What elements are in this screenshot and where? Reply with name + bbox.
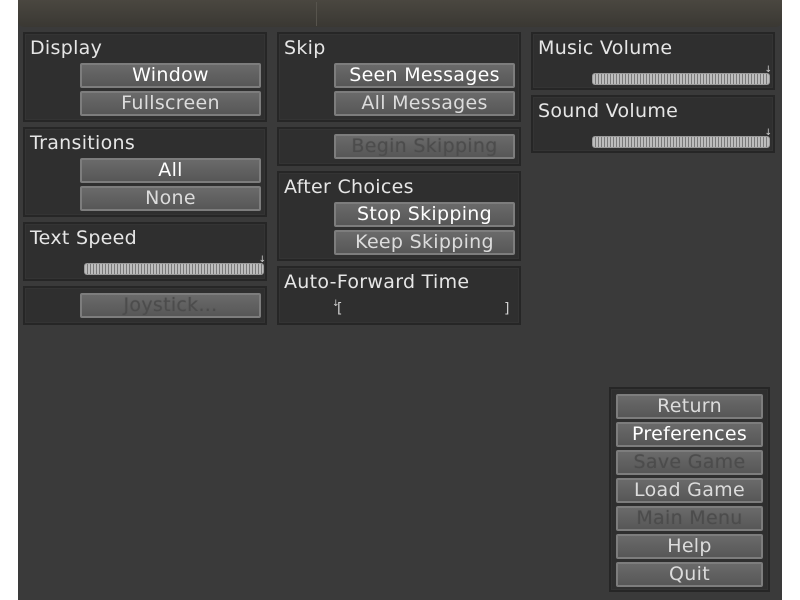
begin-skipping-panel: Begin Skipping bbox=[277, 127, 521, 166]
transitions-label: Transitions bbox=[30, 132, 136, 154]
seen-messages-button[interactable]: Seen Messages bbox=[334, 63, 515, 88]
skip-panel: Skip Seen Messages All Messages bbox=[277, 32, 521, 122]
nav-item-load-game[interactable]: Load Game bbox=[616, 478, 763, 503]
transitions-all-button[interactable]: All bbox=[80, 158, 261, 183]
display-label: Display bbox=[30, 37, 103, 59]
joystick-panel: Joystick... bbox=[23, 286, 267, 325]
joystick-button[interactable]: Joystick... bbox=[80, 293, 261, 318]
title-bar bbox=[18, 0, 782, 27]
music-volume-slider[interactable]: ↓ bbox=[592, 66, 772, 85]
transitions-panel: Transitions All None bbox=[23, 127, 267, 217]
fullscreen-button[interactable]: Fullscreen bbox=[80, 91, 261, 116]
keep-skipping-button[interactable]: Keep Skipping bbox=[334, 230, 515, 255]
nav-item-quit[interactable]: Quit bbox=[616, 562, 763, 587]
slider-right-bracket: ] bbox=[504, 301, 510, 317]
slider-handle-icon[interactable]: ↓ bbox=[258, 256, 266, 265]
sound-volume-label: Sound Volume bbox=[538, 100, 679, 122]
sound-volume-slider[interactable]: ↓ bbox=[592, 129, 772, 148]
auto-forward-panel: Auto-Forward Time ↓ [ ] bbox=[277, 266, 521, 325]
nav-item-save-game[interactable]: Save Game bbox=[616, 450, 763, 475]
music-volume-panel: Music Volume ↓ bbox=[531, 32, 775, 90]
begin-skipping-button[interactable]: Begin Skipping bbox=[334, 134, 515, 159]
text-speed-slider[interactable]: ↓ bbox=[84, 256, 266, 275]
text-speed-label: Text Speed bbox=[30, 227, 138, 249]
music-volume-label: Music Volume bbox=[538, 37, 673, 59]
main-nav-menu: Return Preferences Save Game Load Game M… bbox=[609, 387, 770, 592]
auto-forward-label: Auto-Forward Time bbox=[284, 271, 470, 293]
nav-item-main-menu[interactable]: Main Menu bbox=[616, 506, 763, 531]
text-speed-panel: Text Speed ↓ bbox=[23, 222, 267, 281]
all-messages-button[interactable]: All Messages bbox=[334, 91, 515, 116]
skip-label: Skip bbox=[284, 37, 326, 59]
slider-handle-icon[interactable]: ↓ bbox=[764, 66, 772, 75]
nav-item-return[interactable]: Return bbox=[616, 394, 763, 419]
after-choices-label: After Choices bbox=[284, 176, 414, 198]
slider-left-bracket: [ bbox=[337, 301, 343, 317]
display-panel: Display Window Fullscreen bbox=[23, 32, 267, 122]
after-choices-panel: After Choices Stop Skipping Keep Skippin… bbox=[277, 171, 521, 261]
title-bar-divider bbox=[316, 2, 317, 26]
nav-item-preferences[interactable]: Preferences bbox=[616, 422, 763, 447]
sound-volume-panel: Sound Volume ↓ bbox=[531, 95, 775, 153]
stop-skipping-button[interactable]: Stop Skipping bbox=[334, 202, 515, 227]
transitions-none-button[interactable]: None bbox=[80, 186, 261, 211]
window-button[interactable]: Window bbox=[80, 63, 261, 88]
slider-handle-icon[interactable]: ↓ bbox=[764, 129, 772, 138]
nav-item-help[interactable]: Help bbox=[616, 534, 763, 559]
preferences-window: Display Window Fullscreen Transitions Al… bbox=[18, 0, 782, 600]
auto-forward-slider[interactable]: ↓ [ ] bbox=[332, 298, 512, 318]
